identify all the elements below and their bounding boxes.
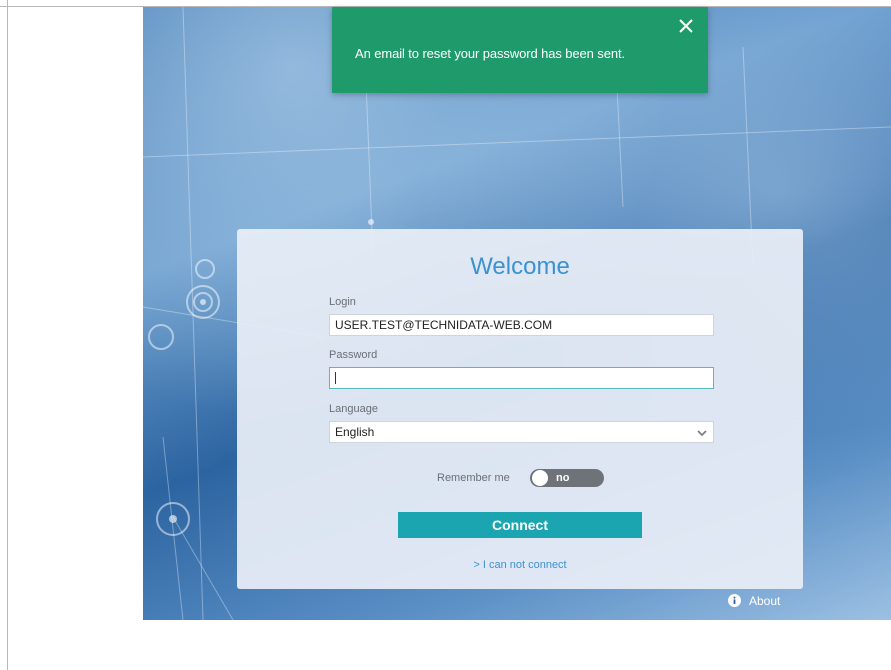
password-label: Password — [329, 349, 378, 361]
remember-me-toggle[interactable]: no — [530, 469, 604, 487]
toggle-knob — [532, 470, 548, 486]
remember-me-state: no — [556, 472, 570, 484]
text-caret — [335, 372, 336, 384]
connect-button[interactable]: Connect — [398, 512, 642, 538]
language-label: Language — [329, 403, 378, 415]
login-card: Welcome Login Password Language English … — [237, 229, 803, 589]
notification-message: An email to reset your password has been… — [355, 46, 625, 61]
frame-left-border — [7, 0, 8, 670]
login-input[interactable] — [329, 314, 714, 336]
language-select[interactable]: English — [329, 421, 714, 443]
cant-connect-link[interactable]: > I can not connect — [237, 559, 803, 571]
chevron-down-icon — [697, 427, 707, 437]
welcome-title: Welcome — [470, 253, 570, 280]
info-icon — [728, 594, 741, 607]
close-icon[interactable] — [676, 16, 696, 36]
login-label: Login — [329, 296, 356, 308]
remember-me-label: Remember me — [437, 472, 510, 484]
notification-toast: An email to reset your password has been… — [332, 7, 708, 93]
language-selected-value: English — [335, 425, 375, 439]
password-input[interactable] — [329, 367, 714, 389]
about-label: About — [749, 594, 781, 608]
